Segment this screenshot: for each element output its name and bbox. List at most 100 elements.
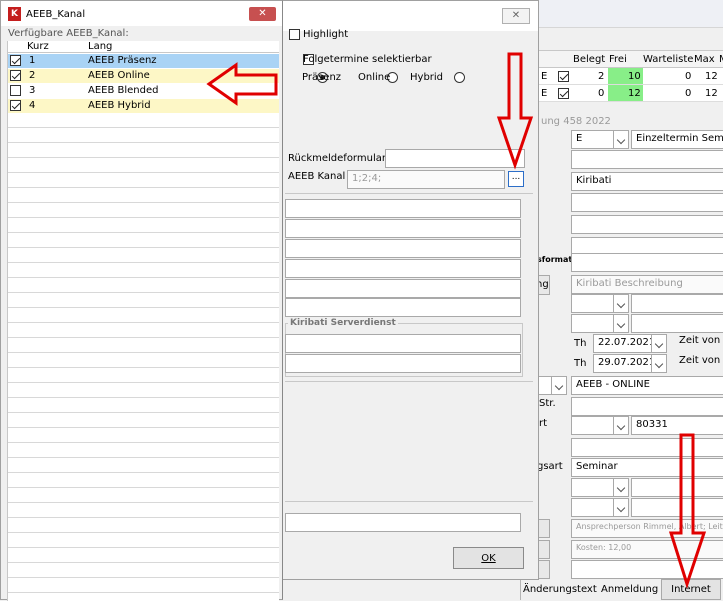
rueckmelde-field[interactable]	[385, 149, 525, 168]
row-kurz: 3	[29, 85, 36, 96]
back-select[interactable]	[571, 478, 615, 497]
middle-bottom-field[interactable]	[285, 513, 521, 532]
back-select-dropdown[interactable]	[613, 498, 629, 517]
kanal-row-4[interactable]: 4 AEEB Hybrid	[8, 99, 279, 113]
row-warteliste: 0	[685, 71, 692, 82]
back-empty-field[interactable]	[571, 215, 723, 234]
kanal-grid-header: Kurz Lang	[8, 41, 279, 53]
back-empty-field[interactable]	[571, 560, 723, 579]
back-empty-field[interactable]	[631, 478, 723, 497]
middle-field[interactable]	[285, 298, 521, 317]
row-lang: AEEB Präsenz	[88, 55, 157, 66]
back-select[interactable]	[571, 416, 615, 435]
plz-field[interactable]: 80331	[631, 416, 723, 435]
date-field-1[interactable]: 22.07.2021	[593, 334, 653, 353]
app-logo: K	[8, 7, 21, 21]
table-row[interactable]: E 0 12 0 12	[521, 85, 723, 102]
back-empty-field[interactable]	[571, 253, 723, 272]
row-lang: AEEB Blended	[88, 85, 159, 96]
rueckmelde-label: Rückmeldeformular	[288, 153, 386, 164]
date-2-dropdown[interactable]	[651, 354, 667, 373]
radio-online-label: Online	[358, 72, 391, 83]
row-checkbox[interactable]	[10, 70, 21, 81]
back-empty-field[interactable]	[571, 438, 723, 457]
row-type: E	[541, 88, 548, 99]
row-checkbox[interactable]	[10, 100, 21, 111]
radio-hybrid[interactable]	[453, 72, 465, 83]
middle-field[interactable]	[285, 239, 521, 258]
middle-dialog: ✕ Highlight Folgetermine selektierbar Pr…	[279, 0, 539, 580]
close-button[interactable]: ✕	[502, 8, 530, 24]
type-code-dropdown[interactable]	[613, 130, 629, 149]
row-type: E	[541, 71, 548, 82]
seminar-field[interactable]: Seminar	[571, 458, 723, 477]
type-code-select[interactable]: E	[571, 130, 615, 149]
beschreibung-field[interactable]: Kiribati Beschreibung	[571, 275, 723, 294]
kanal-label: AEEB Kanal	[288, 171, 346, 182]
back-window: Belegt Frei Warteliste Max M E 2 10 0 12…	[520, 0, 723, 600]
row-checkbox[interactable]	[558, 88, 569, 99]
back-empty-field[interactable]	[631, 498, 723, 517]
back-empty-field[interactable]	[571, 150, 723, 169]
back-select-dropdown[interactable]	[613, 478, 629, 497]
back-select[interactable]	[571, 498, 615, 517]
back-select[interactable]	[571, 294, 615, 313]
row-checkbox[interactable]	[10, 85, 21, 96]
str-label: Str.	[539, 398, 556, 409]
internet-tab[interactable]: Internet	[661, 579, 721, 600]
row-belegt: 0	[598, 88, 605, 99]
back-select-dropdown[interactable]	[551, 376, 567, 395]
kanal-row-1[interactable]: 1 AEEB Präsenz	[8, 54, 279, 68]
date-1-dropdown[interactable]	[651, 334, 667, 353]
middle-field[interactable]	[285, 279, 521, 298]
weekday-2: Th	[574, 358, 587, 369]
row-frei: 10	[628, 71, 641, 82]
back-select-dropdown[interactable]	[613, 294, 629, 313]
ok-button-label: OK	[481, 553, 496, 564]
serverdienst-label: Kiribati Serverdienst	[288, 318, 398, 328]
back-empty-field[interactable]	[571, 397, 723, 416]
radio-praesenz-label: Präsenz	[302, 72, 342, 83]
kiribati-field[interactable]: Kiribati	[571, 172, 723, 191]
kanal-row-2[interactable]: 2 AEEB Online	[8, 69, 279, 83]
serverdienst-field[interactable]	[285, 334, 521, 353]
middle-field[interactable]	[285, 219, 521, 238]
zeit-label-2: Zeit von	[679, 355, 721, 366]
radio-hybrid-label: Hybrid	[410, 72, 444, 83]
middle-field[interactable]	[285, 259, 521, 278]
row-checkbox[interactable]	[558, 71, 569, 82]
back-select-dropdown[interactable]	[613, 314, 629, 333]
row-max: 12	[705, 88, 718, 99]
back-empty-field[interactable]	[571, 193, 723, 212]
row-frei: 12	[628, 88, 641, 99]
weekday-1: Th	[574, 338, 587, 349]
ansprech-field[interactable]: Ansprechperson Rimmel, Albert; Leit	[571, 519, 723, 538]
row-max: 12	[705, 71, 718, 82]
anmeldung-tab[interactable]: Anmeldung	[601, 584, 658, 595]
einzeltermin-field[interactable]: Einzeltermin Semin	[631, 130, 723, 149]
highlight-checkbox[interactable]	[289, 29, 300, 40]
kosten-field[interactable]: Kosten: 12,00	[571, 540, 723, 559]
kanal-browse-button[interactable]: ...	[508, 171, 524, 187]
kanal-row-3[interactable]: 3 AEEB Blended	[8, 84, 279, 98]
sformat-label: sformat	[537, 255, 573, 264]
row-kurz: 2	[29, 70, 36, 81]
ok-button[interactable]: OK	[453, 547, 524, 569]
back-select-dropdown[interactable]	[613, 416, 629, 435]
back-select[interactable]	[571, 314, 615, 333]
kanal-field[interactable]: 1;2;4;	[347, 170, 505, 189]
aeeb-online-field[interactable]: AEEB - ONLINE	[571, 376, 723, 395]
window-close-button[interactable]: ✕	[249, 7, 276, 21]
kanal-titlebar: K AEEB_Kanal ✕	[1, 1, 282, 26]
back-empty-field[interactable]	[631, 294, 723, 313]
col-kurz: Kurz	[27, 41, 49, 52]
aenderungstext-tab[interactable]: Änderungstext	[523, 584, 597, 595]
row-checkbox[interactable]	[10, 55, 21, 66]
row-kurz: 4	[29, 100, 36, 111]
table-row[interactable]: E 2 10 0 12	[521, 68, 723, 85]
middle-field[interactable]	[285, 199, 521, 218]
header-warteliste: Warteliste	[643, 54, 694, 65]
date-field-2[interactable]: 29.07.2021	[593, 354, 653, 373]
back-empty-field[interactable]	[631, 314, 723, 333]
serverdienst-field[interactable]	[285, 354, 521, 373]
